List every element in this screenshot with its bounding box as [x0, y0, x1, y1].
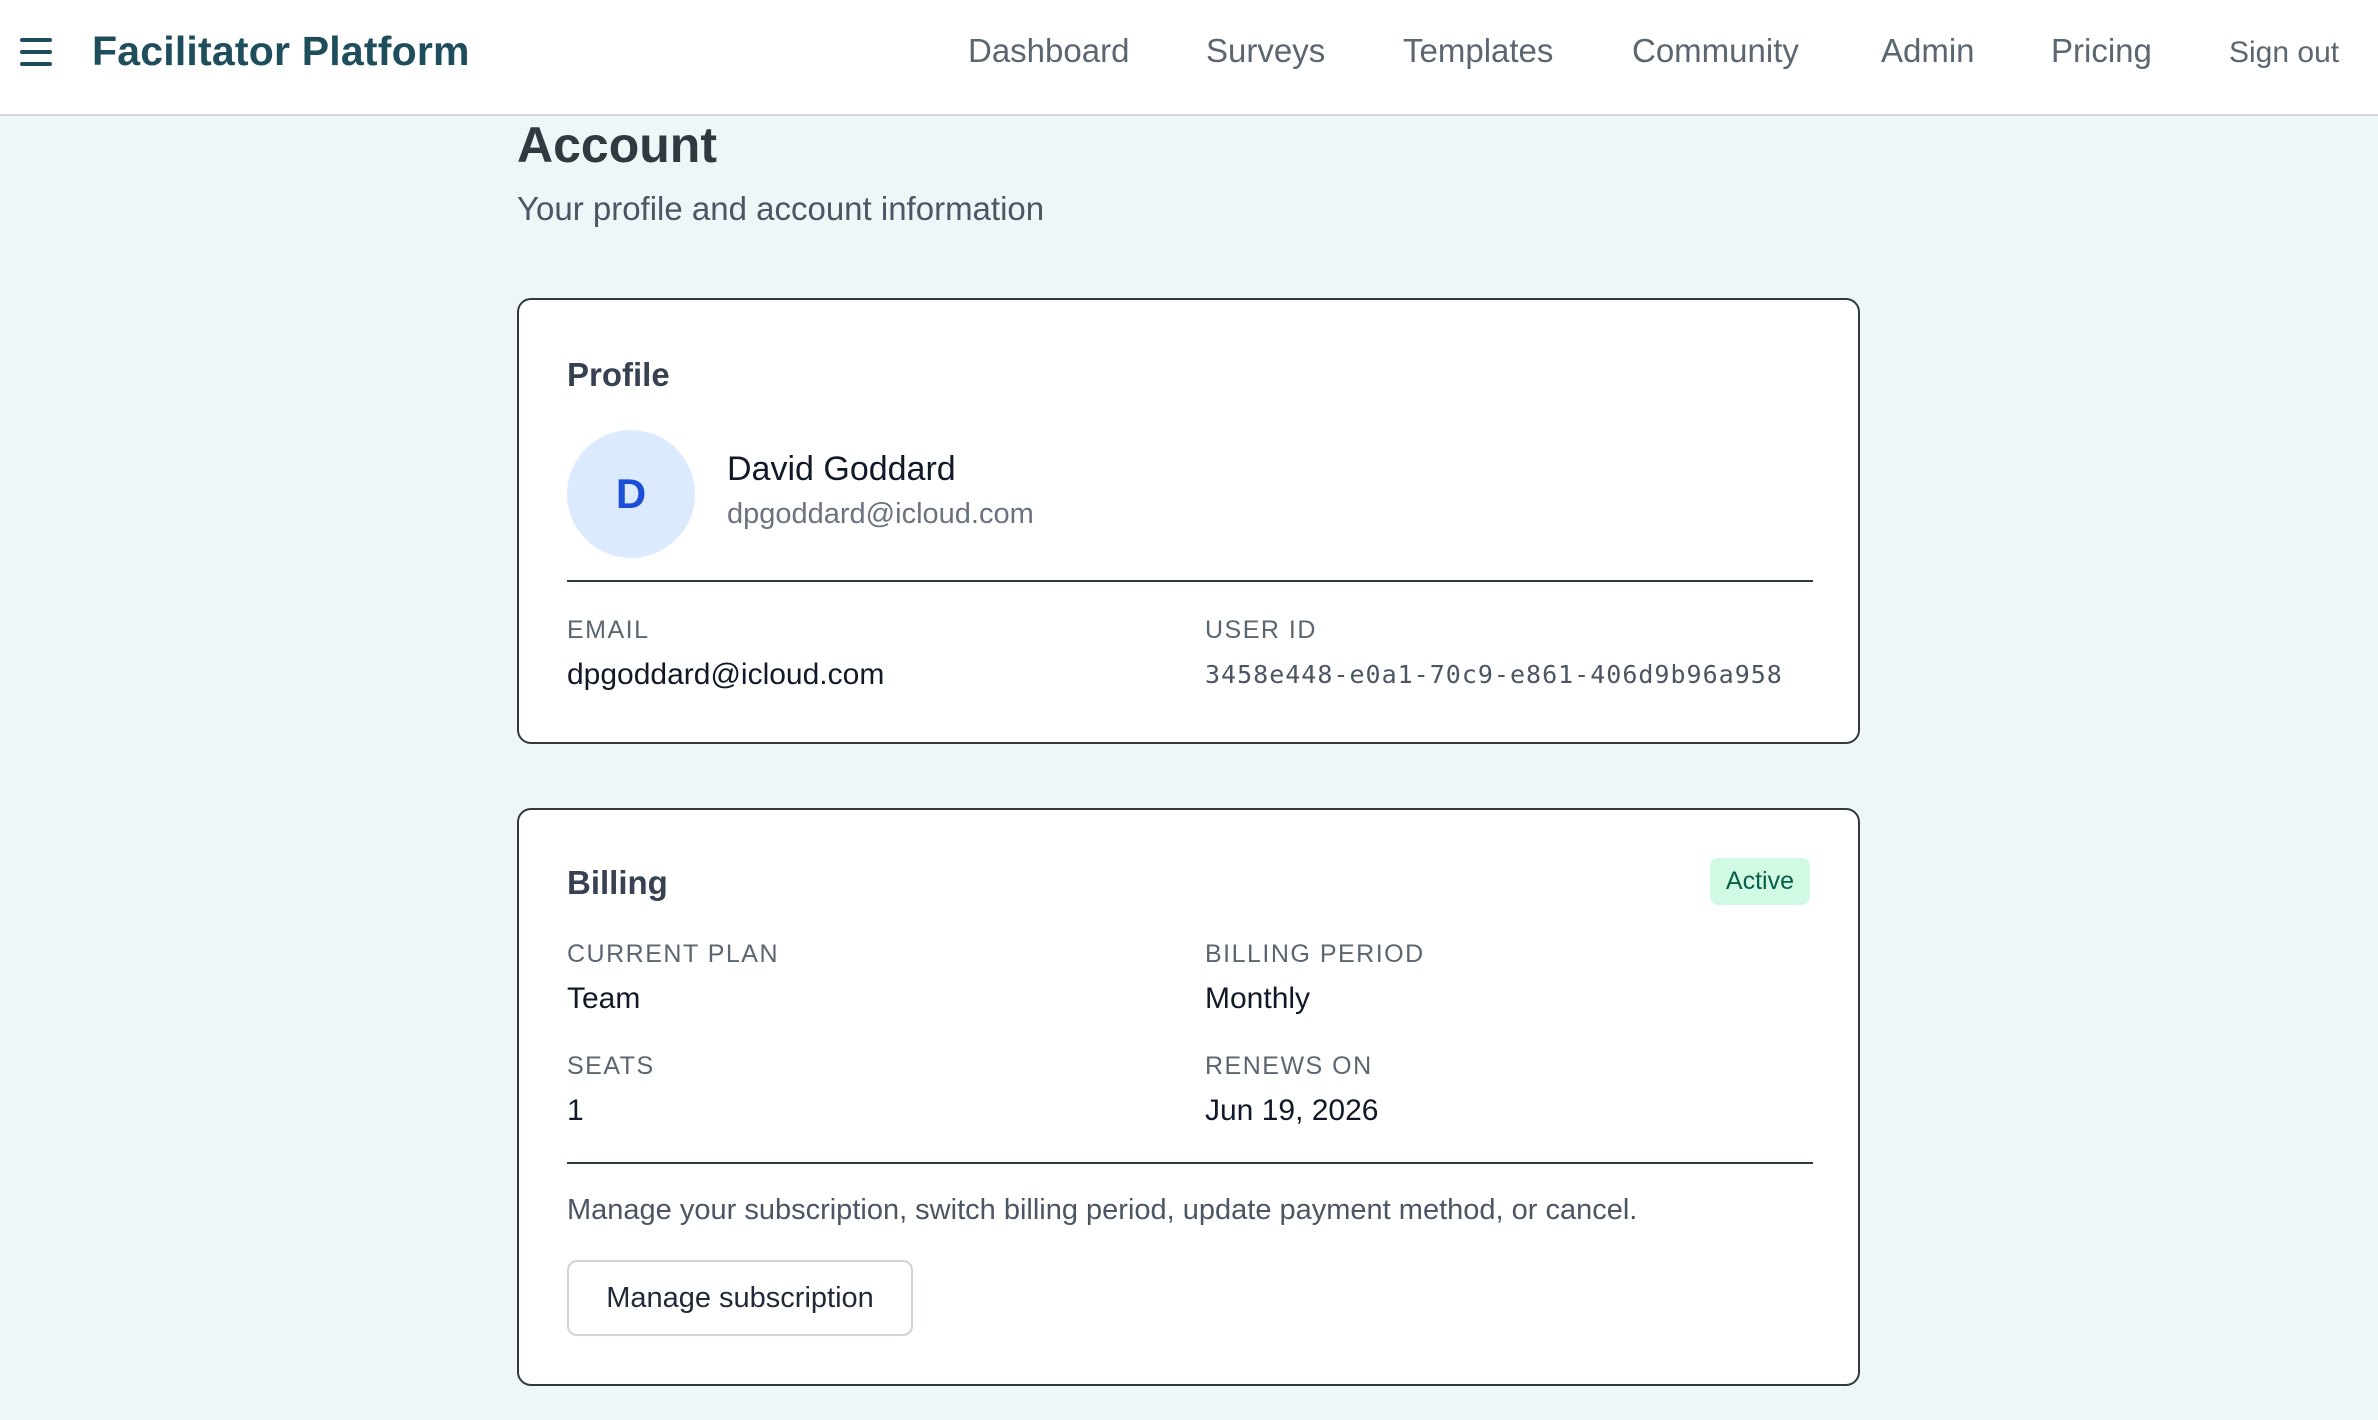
seats-label: SEATS	[567, 1052, 655, 1080]
renews-on-label: RENEWS ON	[1205, 1052, 1373, 1080]
nav-surveys[interactable]: Surveys	[1206, 32, 1325, 70]
manage-subscription-button[interactable]: Manage subscription	[567, 1260, 913, 1336]
page-subtitle: Your profile and account information	[517, 190, 1045, 227]
page-title: Account	[517, 117, 717, 173]
current-plan-label: CURRENT PLAN	[567, 940, 780, 968]
status-badge: Active	[1709, 858, 1810, 905]
nav-admin[interactable]: Admin	[1881, 32, 1975, 70]
user-id-label: USER ID	[1205, 616, 1317, 644]
billing-period-value: Monthly	[1205, 982, 1311, 1015]
profile-email-subtitle: dpgoddard@icloud.com	[727, 498, 1034, 530]
email-value: dpgoddard@icloud.com	[567, 658, 885, 691]
billing-period-label: BILLING PERIOD	[1205, 940, 1425, 968]
profile-card-title: Profile	[567, 356, 670, 393]
billing-card: Billing Active CURRENT PLAN Team BILLING…	[517, 808, 1860, 1386]
nav-pricing[interactable]: Pricing	[2051, 32, 2152, 70]
renews-on-value: Jun 19, 2026	[1205, 1094, 1379, 1127]
avatar: D	[567, 430, 695, 558]
nav-dashboard[interactable]: Dashboard	[968, 32, 1129, 70]
billing-card-title: Billing	[567, 864, 668, 901]
billing-note: Manage your subscription, switch billing…	[567, 1194, 1638, 1226]
profile-divider	[567, 580, 1813, 582]
profile-card: Profile D David Goddard dpgoddard@icloud…	[517, 298, 1860, 744]
sign-out-button[interactable]: Sign out	[2229, 36, 2339, 70]
current-plan-value: Team	[567, 982, 641, 1015]
user-id-value: 3458e448-e0a1-70c9-e861-406d9b96a958	[1205, 660, 1783, 689]
profile-name: David Goddard	[727, 450, 956, 488]
seats-value: 1	[567, 1094, 584, 1127]
main-nav: Dashboard Surveys Templates Community Ad…	[0, 0, 2378, 116]
nav-templates[interactable]: Templates	[1403, 32, 1553, 70]
top-navigation-bar: Facilitator Platform Dashboard Surveys T…	[0, 0, 2378, 116]
billing-divider	[567, 1162, 1813, 1164]
email-label: EMAIL	[567, 616, 650, 644]
nav-community[interactable]: Community	[1632, 32, 1799, 70]
